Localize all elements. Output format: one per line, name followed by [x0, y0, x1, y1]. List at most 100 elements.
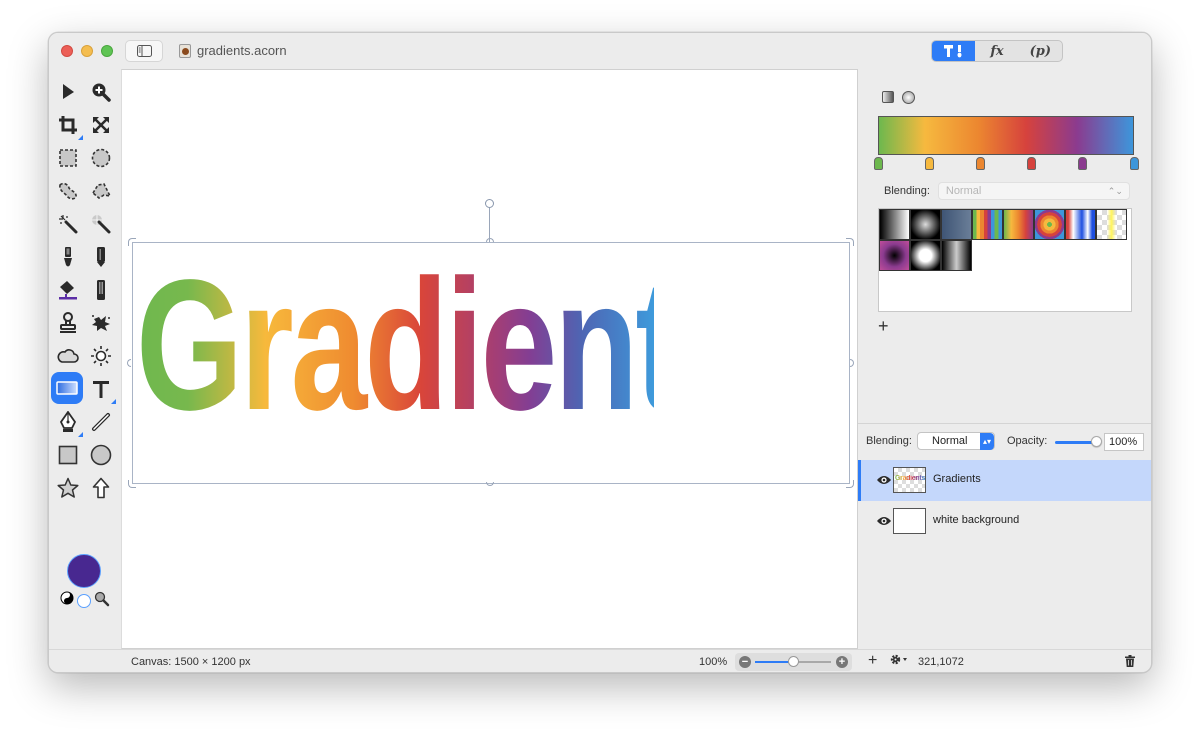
add-gradient-preset-button[interactable]: +	[878, 317, 889, 335]
eraser-tool[interactable]	[86, 275, 116, 305]
zoom-tool[interactable]	[86, 77, 116, 107]
layer-name: Gradients	[933, 473, 981, 485]
preset-rainbow-linear[interactable]	[1003, 209, 1034, 240]
dodge-tool[interactable]	[86, 341, 116, 371]
trash-icon[interactable]	[1125, 655, 1135, 667]
foreground-color-well[interactable]	[67, 554, 101, 588]
arrow-shape-tool[interactable]	[86, 473, 116, 503]
expand-arrows-icon	[93, 117, 109, 133]
background-color-well[interactable]	[77, 594, 91, 608]
resize-handle-bottom-left[interactable]	[128, 480, 136, 488]
gradient-stop-1[interactable]	[924, 157, 934, 170]
arrow-pointer-icon	[63, 84, 74, 99]
gradient-stop-0[interactable]	[873, 157, 883, 170]
gradient-stop-5[interactable]	[1129, 157, 1139, 170]
text-tool[interactable]	[86, 374, 116, 404]
eye-icon[interactable]	[876, 474, 892, 486]
gradient-stop-2[interactable]	[975, 157, 985, 170]
linear-gradient-button[interactable]	[882, 91, 894, 103]
zoom-out-button[interactable]: −	[739, 656, 751, 668]
opacity-slider-knob[interactable]	[1091, 436, 1102, 447]
tab-tools[interactable]	[932, 41, 976, 61]
resize-handle-top-right[interactable]	[846, 238, 854, 246]
line-tool[interactable]	[86, 407, 116, 437]
opacity-slider-track[interactable]	[1055, 441, 1095, 444]
ellipse-select-tool[interactable]	[86, 143, 116, 173]
paint-bucket-icon	[59, 281, 77, 300]
opacity-label: Opacity:	[1007, 435, 1048, 447]
layer-blending-select[interactable]: Normal ▴▾	[917, 432, 995, 450]
close-button[interactable]	[61, 45, 73, 57]
smudge-tool[interactable]	[86, 308, 116, 338]
resize-handle-top-left[interactable]	[128, 238, 136, 246]
bezier-pen-tool[interactable]	[53, 407, 83, 437]
layer-blending-value: Normal	[932, 435, 968, 447]
layer-actions-gear-button[interactable]	[889, 653, 909, 669]
gradient-blending-row: Blending: Normal ⌃⌄	[884, 182, 1130, 200]
paint-bucket-tool[interactable]	[53, 275, 83, 305]
preset-yellow-transparent[interactable]	[1096, 209, 1127, 240]
layer-row-gradients[interactable]: Gradients Gradients	[858, 460, 1151, 501]
transform-tool[interactable]	[86, 110, 116, 140]
resize-handle-left[interactable]	[127, 359, 131, 367]
acorn-document-icon	[179, 43, 191, 58]
zoom-slider-knob[interactable]	[788, 656, 799, 667]
sidebar-toggle-button[interactable]	[125, 40, 163, 62]
select-tool[interactable]	[53, 77, 83, 107]
magic-wand-tool[interactable]	[53, 209, 83, 239]
radial-gradient-button[interactable]	[902, 91, 915, 104]
preset-white-blue-stripes[interactable]	[1065, 209, 1096, 240]
chevron-updown-icon: ⌃⌄	[1107, 186, 1123, 196]
rect-select-tool[interactable]	[53, 143, 83, 173]
oval-shape-tool[interactable]	[86, 440, 116, 470]
gradient-stop-3[interactable]	[1027, 157, 1037, 170]
canvas-area[interactable]: Gradients	[121, 69, 858, 649]
rotation-handle[interactable]	[485, 199, 494, 208]
tab-properties[interactable]: (p)	[1019, 41, 1062, 61]
resize-handle-right[interactable]	[850, 359, 854, 367]
tab-filters[interactable]: fx	[975, 41, 1018, 61]
polygon-lasso-tool[interactable]	[86, 176, 116, 206]
preset-rainbow-stripes[interactable]	[972, 209, 1003, 240]
eye-icon[interactable]	[876, 515, 892, 527]
crop-tool[interactable]	[53, 110, 83, 140]
pencil-tool[interactable]	[86, 242, 116, 272]
color-picker-magnifier-icon[interactable]	[94, 591, 110, 607]
opacity-field[interactable]: 100%	[1104, 433, 1144, 451]
sun-icon	[91, 346, 111, 366]
cloud-icon	[57, 349, 79, 363]
layer-row-white-background[interactable]: white background	[858, 501, 1151, 542]
zoom-window-button[interactable]	[101, 45, 113, 57]
zoom-in-button[interactable]: +	[836, 656, 848, 668]
preset-slate-blue[interactable]	[941, 209, 972, 240]
resize-handle-bottom[interactable]	[486, 482, 494, 486]
preset-purple-radial[interactable]	[879, 240, 910, 271]
submenu-indicator	[111, 399, 116, 404]
swap-colors-icon[interactable]	[60, 591, 74, 605]
minimize-button[interactable]	[81, 45, 93, 57]
gradient-stop-4[interactable]	[1078, 157, 1088, 170]
instant-alpha-tool[interactable]	[86, 209, 116, 239]
clone-tool[interactable]	[53, 308, 83, 338]
inspector-segmented-control[interactable]: fx (p)	[931, 40, 1063, 62]
gradient-tool[interactable]	[51, 372, 83, 404]
lasso-tool[interactable]	[53, 176, 83, 206]
splatter-icon	[92, 315, 110, 331]
star-shape-tool[interactable]	[53, 473, 83, 503]
document-title: gradients.acorn	[179, 43, 287, 58]
preset-radial-white-glow[interactable]	[910, 209, 941, 240]
crop-icon	[59, 116, 77, 134]
preset-black-white-linear[interactable]	[879, 209, 910, 240]
add-layer-button[interactable]: +	[868, 652, 877, 670]
rectangle-shape-tool[interactable]	[53, 440, 83, 470]
magic-wand-icon	[59, 215, 78, 234]
resize-handle-bottom-right[interactable]	[846, 480, 854, 488]
preset-silver-bands[interactable]	[941, 240, 972, 271]
burn-tool[interactable]	[53, 341, 83, 371]
gradient-preview-bar[interactable]	[878, 116, 1134, 155]
submenu-indicator	[78, 135, 83, 140]
preset-rainbow-radial[interactable]	[1034, 209, 1065, 240]
brush-tool[interactable]	[53, 242, 83, 272]
layer-list: Gradients Gradients white background	[858, 460, 1151, 542]
preset-white-radial-soft[interactable]	[910, 240, 941, 271]
